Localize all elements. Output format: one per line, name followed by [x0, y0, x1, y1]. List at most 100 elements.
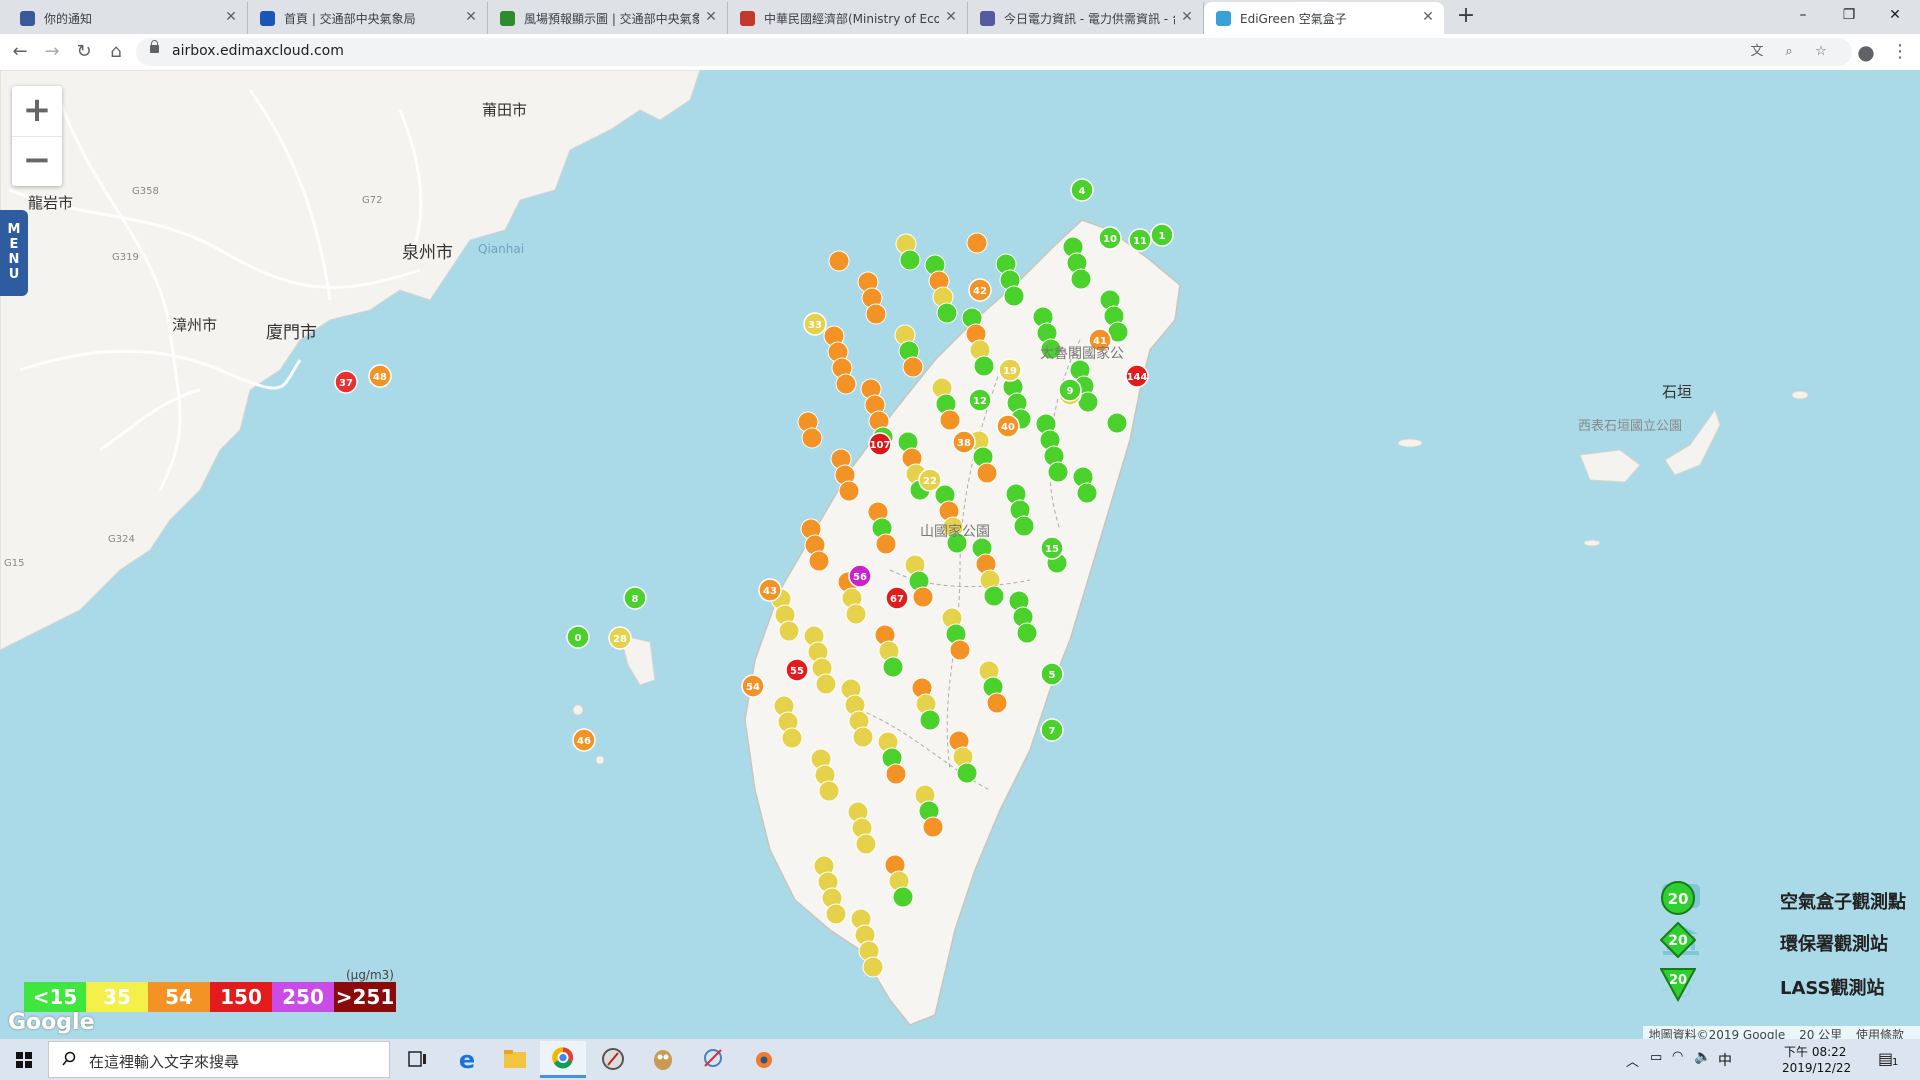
sensor-dot[interactable] — [892, 886, 914, 908]
sensor-dot[interactable] — [862, 956, 884, 978]
sensor-dot[interactable] — [949, 639, 971, 661]
tab-close-icon[interactable]: ✕ — [1420, 9, 1436, 25]
file-explorer-icon[interactable] — [492, 1041, 538, 1078]
sensor-dot[interactable] — [801, 427, 823, 449]
blender-icon[interactable] — [740, 1041, 786, 1078]
zoom-in-button[interactable]: + — [12, 86, 62, 137]
chrome-menu-icon[interactable]: ⋮ — [1888, 40, 1912, 64]
sensor-dot[interactable] — [902, 356, 924, 378]
sensor-dot[interactable] — [882, 656, 904, 678]
owl-app-icon[interactable] — [640, 1041, 686, 1078]
road-g358: G358 — [132, 186, 159, 197]
sensor-dot[interactable] — [976, 462, 998, 484]
sensor-dot[interactable] — [818, 780, 840, 802]
sensor-dot[interactable] — [939, 409, 961, 431]
sensor-dot[interactable] — [1070, 268, 1092, 290]
sensor-dot[interactable] — [778, 620, 800, 642]
battery-icon[interactable]: ▭ — [1650, 1050, 1662, 1065]
legend-cell: 54 — [148, 982, 210, 1012]
volume-icon[interactable]: 🔈 — [1694, 1049, 1711, 1065]
sensor-dot[interactable] — [1106, 412, 1128, 434]
sensor-dot[interactable] — [1003, 285, 1025, 307]
clock-time[interactable]: 下午 08:22 — [1784, 1043, 1846, 1060]
sensor-dot[interactable] — [885, 763, 907, 785]
sensor-value-label: 1 — [1159, 231, 1166, 242]
reload-button[interactable]: ↻ — [72, 40, 96, 64]
tab-close-icon[interactable]: ✕ — [943, 9, 959, 25]
sensor-dot[interactable] — [828, 250, 850, 272]
sensor-dot[interactable] — [808, 550, 830, 572]
map-canvas[interactable]: 3748144107675680284633411712191141040382… — [0, 70, 1920, 1039]
windows-start-icon[interactable] — [0, 1039, 48, 1080]
sensor-value-label: 38 — [957, 438, 971, 449]
minimize-button[interactable]: – — [1780, 0, 1826, 30]
sensor-dot[interactable] — [1047, 461, 1069, 483]
circle-badge-icon: 20 — [1661, 881, 1695, 915]
new-tab-button[interactable]: + — [1454, 4, 1478, 28]
sensor-dot[interactable] — [815, 673, 837, 695]
translate-icon[interactable]: 文 — [1748, 43, 1766, 61]
browser-tab[interactable]: EdiGreen 空氣盒子 ✕ — [1204, 2, 1444, 34]
sensor-dot[interactable] — [986, 692, 1008, 714]
sensor-dot[interactable] — [865, 303, 887, 325]
back-button[interactable]: ← — [8, 40, 32, 64]
zoom-icon[interactable]: ⌕ — [1780, 43, 1798, 61]
sensor-value-label: 7 — [1049, 726, 1056, 737]
compass-app-icon[interactable] — [590, 1041, 636, 1078]
sensor-dot[interactable] — [912, 586, 934, 608]
close-window-button[interactable]: ✕ — [1872, 0, 1918, 30]
sensor-dot[interactable] — [956, 762, 978, 784]
address-bar[interactable]: airbox.edimaxcloud.com 文 ⌕ ☆ — [136, 38, 1852, 66]
bookmark-star-icon[interactable]: ☆ — [1812, 43, 1830, 61]
sensor-value-label: 11 — [1133, 236, 1147, 247]
sensor-dot[interactable] — [825, 903, 847, 925]
zoom-out-button[interactable]: − — [12, 136, 62, 186]
sensor-dot[interactable] — [1016, 622, 1038, 644]
menu-button[interactable]: MENU — [0, 210, 28, 296]
sensor-dot[interactable] — [919, 709, 941, 731]
network-tool-icon[interactable] — [690, 1041, 736, 1078]
browser-tab[interactable]: 首頁 | 交通部中央氣象局 ✕ — [248, 2, 488, 34]
tab-close-icon[interactable]: ✕ — [703, 9, 719, 25]
taskbar-search-input[interactable]: 在這裡輸入文字來搜尋 — [48, 1041, 390, 1078]
map-data-credit[interactable]: 地圖資料©2019 Google — [1649, 1028, 1786, 1039]
browser-tab[interactable]: 你的通知 ✕ — [8, 2, 248, 34]
profile-icon[interactable]: ● — [1854, 40, 1878, 64]
browser-tab[interactable]: 中華民國經濟部(Ministry of Econ ✕ — [728, 2, 968, 34]
browser-tab[interactable]: 今日電力資訊 - 電力供需資訊 - 台 ✕ — [968, 2, 1204, 34]
sensor-dot[interactable] — [899, 249, 921, 271]
map-scale[interactable]: 20 公里 — [1799, 1028, 1842, 1039]
browser-tab[interactable]: 風場預報顯示圖 | 交通部中央氣象局 ✕ — [488, 2, 728, 34]
chrome-icon[interactable] — [540, 1041, 586, 1078]
sensor-value-label: 54 — [746, 682, 760, 693]
sensor-dot[interactable] — [835, 373, 857, 395]
sensor-dot[interactable] — [966, 232, 988, 254]
search-icon — [62, 1051, 76, 1066]
restore-button[interactable]: ❐ — [1826, 0, 1872, 30]
tab-close-icon[interactable]: ✕ — [223, 9, 239, 25]
sensor-dot[interactable] — [922, 816, 944, 838]
tab-close-icon[interactable]: ✕ — [463, 9, 479, 25]
sensor-dot[interactable] — [1076, 482, 1098, 504]
sensor-dot[interactable] — [781, 727, 803, 749]
clock-date[interactable]: 2019/12/22 — [1782, 1061, 1851, 1075]
task-view-icon[interactable] — [394, 1041, 440, 1078]
sensor-dot[interactable] — [875, 533, 897, 555]
sensor-dot[interactable] — [855, 833, 877, 855]
ime-indicator[interactable]: 中 — [1718, 1050, 1732, 1070]
sensor-dot[interactable] — [973, 355, 995, 377]
sensor-dot[interactable] — [838, 480, 860, 502]
forward-button[interactable]: → — [40, 40, 64, 64]
chevron-up-icon[interactable]: ︿ — [1626, 1051, 1639, 1070]
sensor-dot[interactable] — [936, 302, 958, 324]
wifi-icon[interactable]: ◠ — [1672, 1049, 1683, 1064]
sensor-dot[interactable] — [1013, 515, 1035, 537]
tab-close-icon[interactable]: ✕ — [1179, 9, 1195, 25]
edge-browser-icon[interactable]: e — [444, 1041, 490, 1078]
sensor-dot[interactable] — [983, 585, 1005, 607]
notification-icon[interactable]: ▤ — [1878, 1049, 1893, 1068]
sensor-dot[interactable] — [852, 726, 874, 748]
home-button[interactable]: ⌂ — [104, 40, 128, 64]
sensor-dot[interactable] — [845, 603, 867, 625]
terms-link[interactable]: 使用條款 — [1856, 1028, 1904, 1039]
